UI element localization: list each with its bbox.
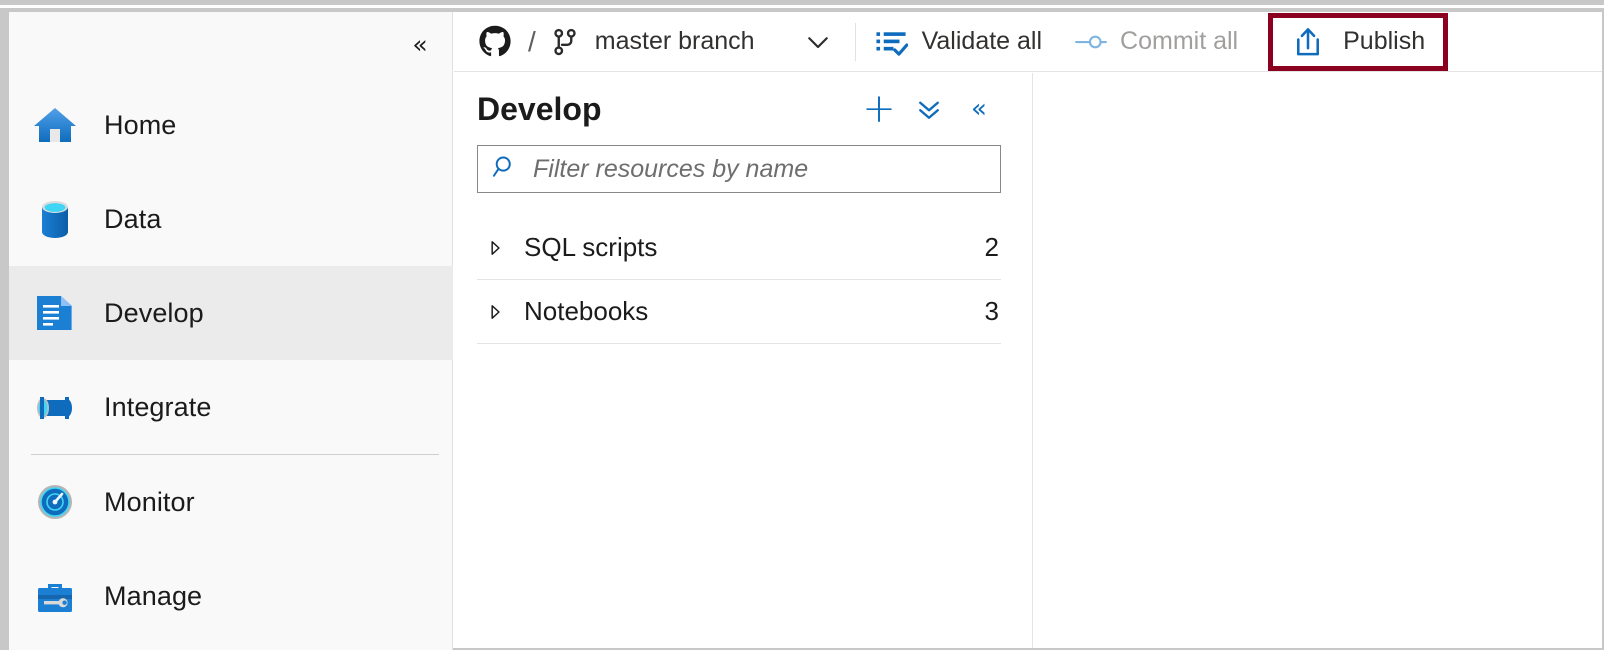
page-title: Develop: [477, 90, 602, 127]
left-navigation-sidebar: « Home Data Develop Integrate Monitor Ma…: [9, 12, 453, 650]
sidebar-item-data[interactable]: Data: [9, 172, 453, 266]
sidebar-item-label: Manage: [104, 580, 203, 611]
publish-button-highlight: Publish: [1268, 12, 1449, 71]
sidebar-item-home[interactable]: Home: [9, 78, 453, 172]
tree-item-count: 3: [984, 296, 999, 326]
validate-all-button[interactable]: Validate all: [858, 13, 1058, 71]
top-toolbar: / master branch Validate all Commit all …: [454, 12, 1602, 72]
database-icon: [31, 195, 79, 243]
git-branch-icon: [550, 27, 580, 57]
toolbox-icon: [31, 572, 79, 620]
tree-item-label: SQL scripts: [524, 232, 658, 262]
filter-resources-searchbox[interactable]: [477, 145, 1001, 193]
window-chrome-left-edge: [0, 12, 9, 650]
caret-right-icon[interactable]: [477, 303, 513, 321]
sidebar-item-manage[interactable]: Manage: [9, 549, 453, 643]
develop-panel: Develop + « Filter resources by name SQL…: [454, 73, 1033, 648]
commit-node-icon: [1074, 25, 1108, 59]
sidebar-item-label: Home: [104, 109, 177, 140]
sidebar-item-label: Integrate: [104, 391, 212, 422]
plus-icon: +: [862, 86, 896, 132]
home-icon: [31, 101, 79, 149]
document-icon: [31, 289, 79, 337]
publish-upload-icon: [1291, 25, 1325, 59]
toolbar-divider: [854, 22, 856, 61]
add-new-resource-button[interactable]: +: [856, 86, 902, 132]
caret-right-icon[interactable]: [477, 239, 513, 257]
github-icon: [478, 25, 512, 59]
tree-item-label: Notebooks: [524, 296, 649, 326]
sidebar-item-develop[interactable]: Develop: [9, 266, 453, 360]
branch-label: master branch: [594, 27, 755, 55]
sidebar-nav-list: Home Data Develop Integrate Monitor Mana…: [9, 78, 453, 643]
chevron-double-down-icon: [919, 101, 939, 119]
collapse-all-button[interactable]: [906, 86, 952, 132]
resource-tree: SQL scripts 2 Notebooks 3: [477, 216, 1001, 344]
branch-selector[interactable]: master branch: [550, 13, 853, 71]
breadcrumb-separator: /: [528, 25, 536, 57]
search-icon: [491, 153, 519, 186]
validate-list-check-icon: [874, 25, 908, 59]
commit-all-button[interactable]: Commit all: [1058, 13, 1254, 71]
develop-panel-header: Develop + «: [454, 73, 1032, 145]
search-input[interactable]: [533, 147, 1000, 191]
tree-item-count: 2: [984, 232, 999, 262]
sidebar-item-monitor[interactable]: Monitor: [9, 455, 453, 549]
pipeline-icon: [31, 383, 79, 431]
commit-all-label: Commit all: [1120, 27, 1239, 55]
publish-button[interactable]: Publish: [1285, 13, 1425, 71]
chevron-double-left-icon: «: [971, 94, 987, 124]
app-window: « Home Data Develop Integrate Monitor Ma…: [0, 0, 1604, 650]
hide-panel-button[interactable]: «: [956, 86, 1002, 132]
sidebar-collapse-button[interactable]: «: [402, 26, 438, 62]
publish-label: Publish: [1343, 27, 1426, 55]
repository-button[interactable]: /: [454, 13, 550, 71]
tree-item-sql-scripts[interactable]: SQL scripts 2: [477, 216, 1001, 280]
sidebar-item-label: Data: [104, 203, 162, 234]
sidebar-item-label: Monitor: [104, 486, 195, 517]
sidebar-item-integrate[interactable]: Integrate: [9, 360, 453, 454]
tree-item-notebooks[interactable]: Notebooks 3: [477, 280, 1001, 344]
sidebar-item-label: Develop: [104, 297, 204, 328]
gauge-icon: [31, 478, 79, 526]
main-content-area: [1034, 73, 1602, 648]
chevron-double-left-icon: «: [412, 29, 428, 59]
validate-all-label: Validate all: [921, 27, 1043, 55]
chevron-down-icon: [803, 27, 833, 57]
